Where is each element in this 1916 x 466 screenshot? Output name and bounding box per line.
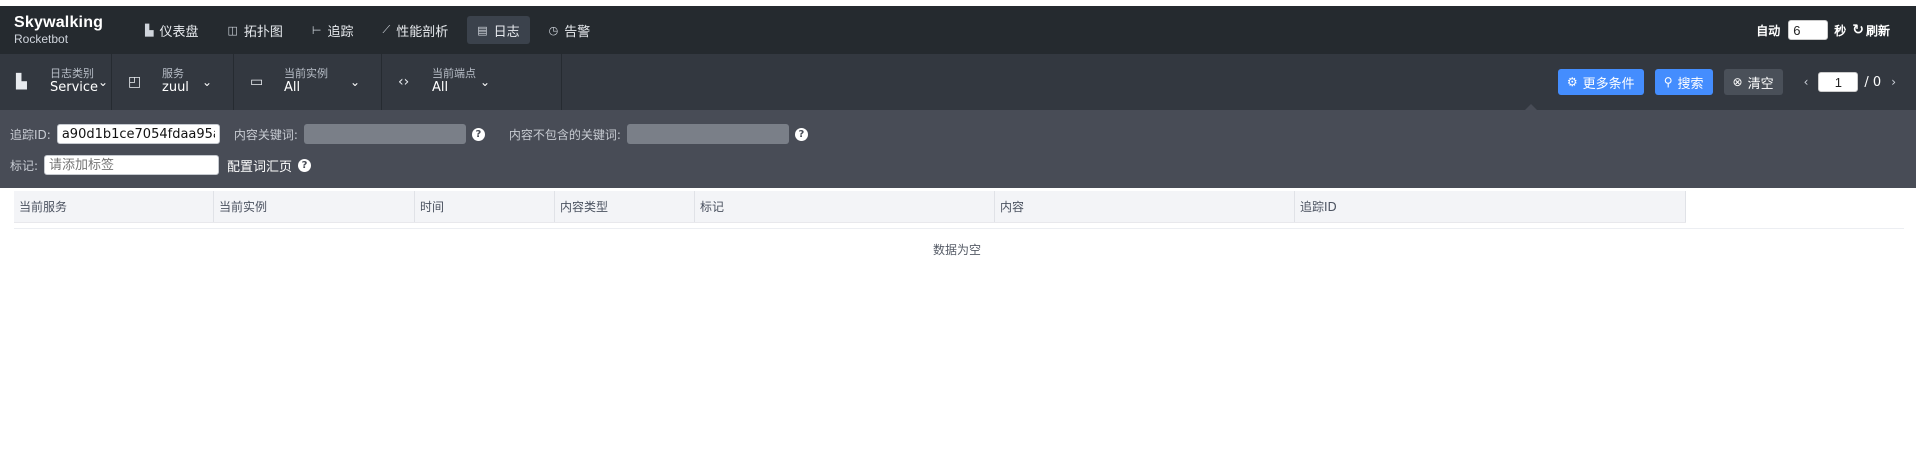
chevron-down-icon: ⌄ — [350, 75, 361, 89]
nav-item[interactable]: ⊢ 追踪 — [302, 16, 364, 44]
selector-value: zuul — [162, 79, 189, 95]
dashboard-icon: ▙ — [145, 23, 154, 37]
brand-subtitle: Rocketbot — [14, 32, 69, 46]
help-icon[interactable]: ? — [471, 127, 485, 141]
selector-title: 日志类别 — [50, 67, 94, 81]
nav-item-label: 告警 — [564, 24, 591, 40]
nav-item[interactable]: ▙ 仪表盘 — [135, 16, 208, 44]
clear-label: 清空 — [1747, 76, 1774, 92]
top-nav: Skywalking Rocketbot ▙ 仪表盘 ◫ 拓扑图 ⊢ 追踪 ⟋ 性能剖析 ▤ 日志… — [0, 6, 1916, 54]
service-icon: ◰ — [128, 74, 142, 90]
exclude-keywords-label: 内容不包含的关键词: — [508, 127, 621, 142]
more-conditions-label: 更多条件 — [1582, 76, 1635, 92]
endpoint-icon: ‹› — [398, 74, 410, 90]
nav-item-label: 日志 — [493, 24, 520, 40]
logo: Skywalking Rocketbot — [0, 14, 135, 46]
keywords-label: 内容关键词: — [233, 127, 298, 142]
config-vocabulary-link[interactable]: 配置词汇页 — [227, 156, 292, 175]
empty-state: 数据为空 — [932, 243, 981, 257]
gear-icon: ⚙ — [1566, 75, 1578, 89]
endpoint-selector[interactable]: ‹› 当前端点 All ⌄ — [382, 54, 562, 110]
chevron-right-icon[interactable]: › — [1891, 75, 1896, 89]
chart-icon: ▙ — [16, 74, 27, 90]
selector-title: 服务 — [162, 67, 184, 81]
more-conditions-button[interactable]: ⚙ 更多条件 — [1557, 69, 1644, 95]
log-category-selector[interactable]: ▙ 日志类别 Service ⌄ — [0, 54, 112, 110]
chevron-down-icon: ⌄ — [202, 75, 213, 89]
selector-value: All — [432, 79, 449, 95]
nav-item-label: 性能剖析 — [396, 24, 449, 40]
page-total: / 0 — [1864, 74, 1882, 90]
seconds-label: 秒 — [1834, 23, 1847, 38]
profile-icon: ⟋ — [382, 23, 391, 36]
column-header: 内容 — [995, 191, 1295, 222]
chevron-down-icon: ⌄ — [98, 75, 109, 89]
tags-input[interactable] — [44, 155, 220, 175]
refresh-icon: ↻ — [1852, 22, 1864, 38]
column-header: 内容类型 — [555, 191, 695, 222]
nav-items: ▙ 仪表盘 ◫ 拓扑图 ⊢ 追踪 ⟋ 性能剖析 ▤ 日志 ◷ 告警 — [135, 16, 609, 44]
search-icon: ⚲ — [1663, 75, 1673, 89]
filter-row-2: 标记: 配置词汇页 ? — [10, 155, 312, 175]
trace-id-input[interactable] — [56, 124, 220, 144]
search-button[interactable]: ⚲ 搜索 — [1654, 69, 1713, 95]
close-circle-icon: ⊗ — [1732, 75, 1743, 89]
keywords-input[interactable] — [303, 124, 466, 144]
refresh-label: 刷新 — [1865, 23, 1890, 38]
nav-item[interactable]: ⟋ 性能剖析 — [373, 16, 459, 44]
auto-label: 自动 — [1756, 23, 1781, 38]
service-selector[interactable]: ◰ 服务 zuul ⌄ — [112, 54, 234, 110]
exclude-keywords-input[interactable] — [626, 124, 789, 144]
chevron-left-icon[interactable]: ‹ — [1804, 75, 1809, 89]
filter-row-1: 追踪ID: 内容关键词: ? 内容不包含的关键词: ? — [10, 124, 808, 144]
column-header: 当前实例 — [214, 191, 415, 222]
trace-id-label: 追踪ID: — [10, 127, 51, 142]
nav-item[interactable]: ◫ 拓扑图 — [217, 16, 292, 44]
tags-label: 标记: — [10, 158, 39, 173]
auto-refresh-controls: 自动 秒 ↻ 刷新 — [1756, 6, 1916, 54]
nav-item-label: 仪表盘 — [159, 24, 199, 40]
selector-value: All — [284, 79, 301, 95]
refresh-button[interactable]: ↻ 刷新 — [1852, 22, 1890, 39]
pagination: ‹ / 0 › — [1794, 72, 1906, 92]
filter-panel: 追踪ID: 内容关键词: ? 内容不包含的关键词: ? 标记: 配置词汇页 ? — [0, 110, 1916, 188]
nav-item-label: 追踪 — [327, 24, 354, 40]
table-header: 当前服务 当前实例 时间 内容类型 标记 内容 追踪ID — [14, 191, 1686, 223]
selector-value: Service — [50, 79, 99, 95]
column-header: 时间 — [415, 191, 555, 222]
log-table: 当前服务 当前实例 时间 内容类型 标记 内容 追踪ID 数据为空 — [14, 191, 1686, 257]
column-header: 当前服务 — [14, 191, 214, 222]
instance-selector[interactable]: ▭ 当前实例 All ⌄ — [234, 54, 382, 110]
trace-icon: ⊢ — [311, 23, 322, 37]
log-icon: ▤ — [477, 23, 488, 37]
brand-title: Skywalking — [14, 14, 104, 31]
nav-item-label: 拓扑图 — [243, 24, 283, 40]
nav-item[interactable]: ◷ 告警 — [539, 16, 601, 44]
help-icon[interactable]: ? — [794, 127, 808, 141]
table-divider — [14, 228, 1904, 229]
clear-button[interactable]: ⊗ 清空 — [1723, 69, 1783, 95]
page-input[interactable] — [1818, 72, 1859, 92]
chevron-down-icon: ⌄ — [480, 75, 491, 89]
instance-icon: ▭ — [250, 74, 264, 90]
help-icon[interactable]: ? — [298, 158, 312, 172]
nav-item[interactable]: ▤ 日志 — [467, 16, 530, 44]
column-header: 追踪ID — [1295, 191, 1686, 222]
selector-title: 当前端点 — [432, 67, 476, 81]
refresh-interval-input[interactable] — [1788, 20, 1829, 40]
selector-title: 当前实例 — [284, 67, 328, 81]
alarm-icon: ◷ — [548, 23, 559, 37]
topology-icon: ◫ — [227, 23, 238, 37]
search-label: 搜索 — [1677, 76, 1704, 92]
toolbar: ▙ 日志类别 Service ⌄ ◰ 服务 zuul ⌄ ▭ 当前实例 All … — [0, 54, 1916, 111]
column-header: 标记 — [695, 191, 995, 222]
toolbar-actions: ⚙ 更多条件 ⚲ 搜索 ⊗ 清空 ‹ / 0 › — [1557, 54, 1916, 110]
